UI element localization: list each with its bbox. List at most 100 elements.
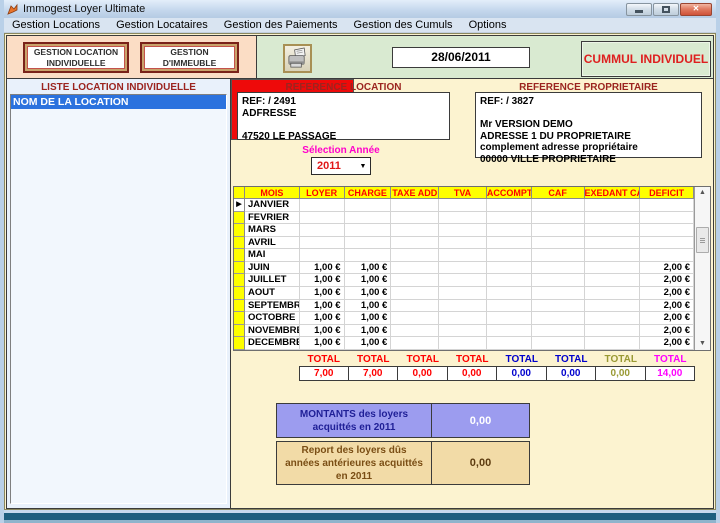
table-row[interactable]: OCTOBRE1,00 €1,00 €2,00 € bbox=[234, 312, 694, 325]
value-cell[interactable] bbox=[585, 199, 641, 212]
value-cell[interactable]: 2,00 € bbox=[640, 325, 694, 338]
value-cell[interactable] bbox=[345, 249, 392, 262]
value-cell[interactable] bbox=[487, 262, 532, 275]
gestion-location-individuelle-button[interactable]: GESTION LOCATION INDIVIDUELLE bbox=[23, 42, 129, 73]
table-row[interactable]: FEVRIER bbox=[234, 212, 694, 225]
value-cell[interactable] bbox=[640, 212, 694, 225]
value-cell[interactable]: 1,00 € bbox=[345, 337, 392, 350]
value-cell[interactable] bbox=[487, 337, 532, 350]
month-cell[interactable]: JANVIER bbox=[245, 199, 300, 212]
value-cell[interactable]: 1,00 € bbox=[345, 262, 392, 275]
value-cell[interactable] bbox=[439, 262, 487, 275]
value-cell[interactable] bbox=[532, 249, 585, 262]
value-cell[interactable] bbox=[487, 325, 532, 338]
value-cell[interactable] bbox=[391, 300, 439, 313]
scrollbar-thumb[interactable] bbox=[696, 227, 709, 253]
month-cell[interactable]: FEVRIER bbox=[245, 212, 300, 225]
value-cell[interactable]: 1,00 € bbox=[300, 337, 345, 350]
scroll-up-icon[interactable]: ▲ bbox=[695, 187, 710, 199]
month-cell[interactable]: NOVEMBRE bbox=[245, 325, 300, 338]
value-cell[interactable]: 2,00 € bbox=[640, 287, 694, 300]
month-cell[interactable]: JUILLET bbox=[245, 274, 300, 287]
value-cell[interactable] bbox=[585, 337, 641, 350]
value-cell[interactable] bbox=[532, 237, 585, 250]
value-cell[interactable] bbox=[532, 337, 585, 350]
value-cell[interactable] bbox=[439, 199, 487, 212]
value-cell[interactable] bbox=[391, 249, 439, 262]
value-cell[interactable] bbox=[585, 224, 641, 237]
value-cell[interactable] bbox=[391, 199, 439, 212]
value-cell[interactable]: 1,00 € bbox=[345, 274, 392, 287]
value-cell[interactable] bbox=[300, 249, 345, 262]
print-button[interactable] bbox=[283, 44, 312, 73]
value-cell[interactable] bbox=[391, 337, 439, 350]
table-row[interactable]: SEPTEMBRE1,00 €1,00 €2,00 € bbox=[234, 300, 694, 313]
value-cell[interactable] bbox=[487, 300, 532, 313]
value-cell[interactable] bbox=[532, 325, 585, 338]
value-cell[interactable] bbox=[585, 249, 641, 262]
month-cell[interactable]: AVRIL bbox=[245, 237, 300, 250]
value-cell[interactable] bbox=[345, 237, 392, 250]
value-cell[interactable] bbox=[439, 287, 487, 300]
value-cell[interactable] bbox=[487, 274, 532, 287]
value-cell[interactable]: 1,00 € bbox=[345, 312, 392, 325]
value-cell[interactable]: 1,00 € bbox=[300, 300, 345, 313]
scroll-down-icon[interactable]: ▼ bbox=[695, 338, 710, 350]
table-row[interactable]: JUIN1,00 €1,00 €2,00 € bbox=[234, 262, 694, 275]
value-cell[interactable] bbox=[532, 287, 585, 300]
value-cell[interactable] bbox=[300, 237, 345, 250]
value-cell[interactable] bbox=[532, 212, 585, 225]
value-cell[interactable] bbox=[532, 199, 585, 212]
table-row[interactable]: MAI bbox=[234, 249, 694, 262]
list-item[interactable]: NOM DE LA LOCATION bbox=[11, 95, 226, 109]
value-cell[interactable] bbox=[585, 237, 641, 250]
close-button[interactable]: ✕ bbox=[680, 3, 712, 16]
value-cell[interactable] bbox=[345, 224, 392, 237]
value-cell[interactable] bbox=[439, 224, 487, 237]
value-cell[interactable] bbox=[640, 224, 694, 237]
value-cell[interactable] bbox=[439, 237, 487, 250]
menu-item[interactable]: Gestion des Cumuls bbox=[346, 18, 461, 33]
month-cell[interactable]: OCTOBRE bbox=[245, 312, 300, 325]
month-cell[interactable]: JUIN bbox=[245, 262, 300, 275]
value-cell[interactable]: 2,00 € bbox=[640, 300, 694, 313]
value-cell[interactable]: 2,00 € bbox=[640, 337, 694, 350]
maximize-button[interactable] bbox=[653, 3, 679, 16]
gestion-immeuble-button[interactable]: GESTION D'IMMEUBLE bbox=[140, 42, 239, 73]
location-listbox[interactable]: NOM DE LA LOCATION bbox=[10, 94, 227, 504]
value-cell[interactable]: 1,00 € bbox=[300, 312, 345, 325]
minimize-button[interactable] bbox=[626, 3, 652, 16]
table-row[interactable]: AOUT1,00 €1,00 €2,00 € bbox=[234, 287, 694, 300]
value-cell[interactable] bbox=[300, 212, 345, 225]
menu-item[interactable]: Gestion Locataires bbox=[108, 18, 216, 33]
value-cell[interactable] bbox=[439, 274, 487, 287]
table-row[interactable]: JUILLET1,00 €1,00 €2,00 € bbox=[234, 274, 694, 287]
month-cell[interactable]: SEPTEMBRE bbox=[245, 300, 300, 313]
value-cell[interactable] bbox=[391, 274, 439, 287]
grid-scrollbar[interactable]: ▲ ▼ bbox=[694, 187, 710, 350]
value-cell[interactable] bbox=[487, 199, 532, 212]
value-cell[interactable] bbox=[487, 212, 532, 225]
value-cell[interactable] bbox=[640, 199, 694, 212]
value-cell[interactable] bbox=[300, 199, 345, 212]
value-cell[interactable] bbox=[585, 262, 641, 275]
value-cell[interactable] bbox=[391, 312, 439, 325]
month-cell[interactable]: AOUT bbox=[245, 287, 300, 300]
table-row[interactable]: ▶JANVIER bbox=[234, 199, 694, 212]
value-cell[interactable] bbox=[439, 325, 487, 338]
value-cell[interactable]: 2,00 € bbox=[640, 312, 694, 325]
value-cell[interactable] bbox=[439, 337, 487, 350]
value-cell[interactable] bbox=[640, 249, 694, 262]
value-cell[interactable]: 2,00 € bbox=[640, 262, 694, 275]
month-cell[interactable]: DECEMBRE bbox=[245, 337, 300, 350]
value-cell[interactable]: 1,00 € bbox=[300, 325, 345, 338]
month-cell[interactable]: MAI bbox=[245, 249, 300, 262]
value-cell[interactable] bbox=[640, 237, 694, 250]
value-cell[interactable] bbox=[391, 325, 439, 338]
value-cell[interactable] bbox=[585, 212, 641, 225]
value-cell[interactable] bbox=[439, 300, 487, 313]
value-cell[interactable] bbox=[532, 312, 585, 325]
value-cell[interactable] bbox=[585, 287, 641, 300]
value-cell[interactable]: 2,00 € bbox=[640, 274, 694, 287]
table-row[interactable]: DECEMBRE1,00 €1,00 €2,00 € bbox=[234, 337, 694, 350]
